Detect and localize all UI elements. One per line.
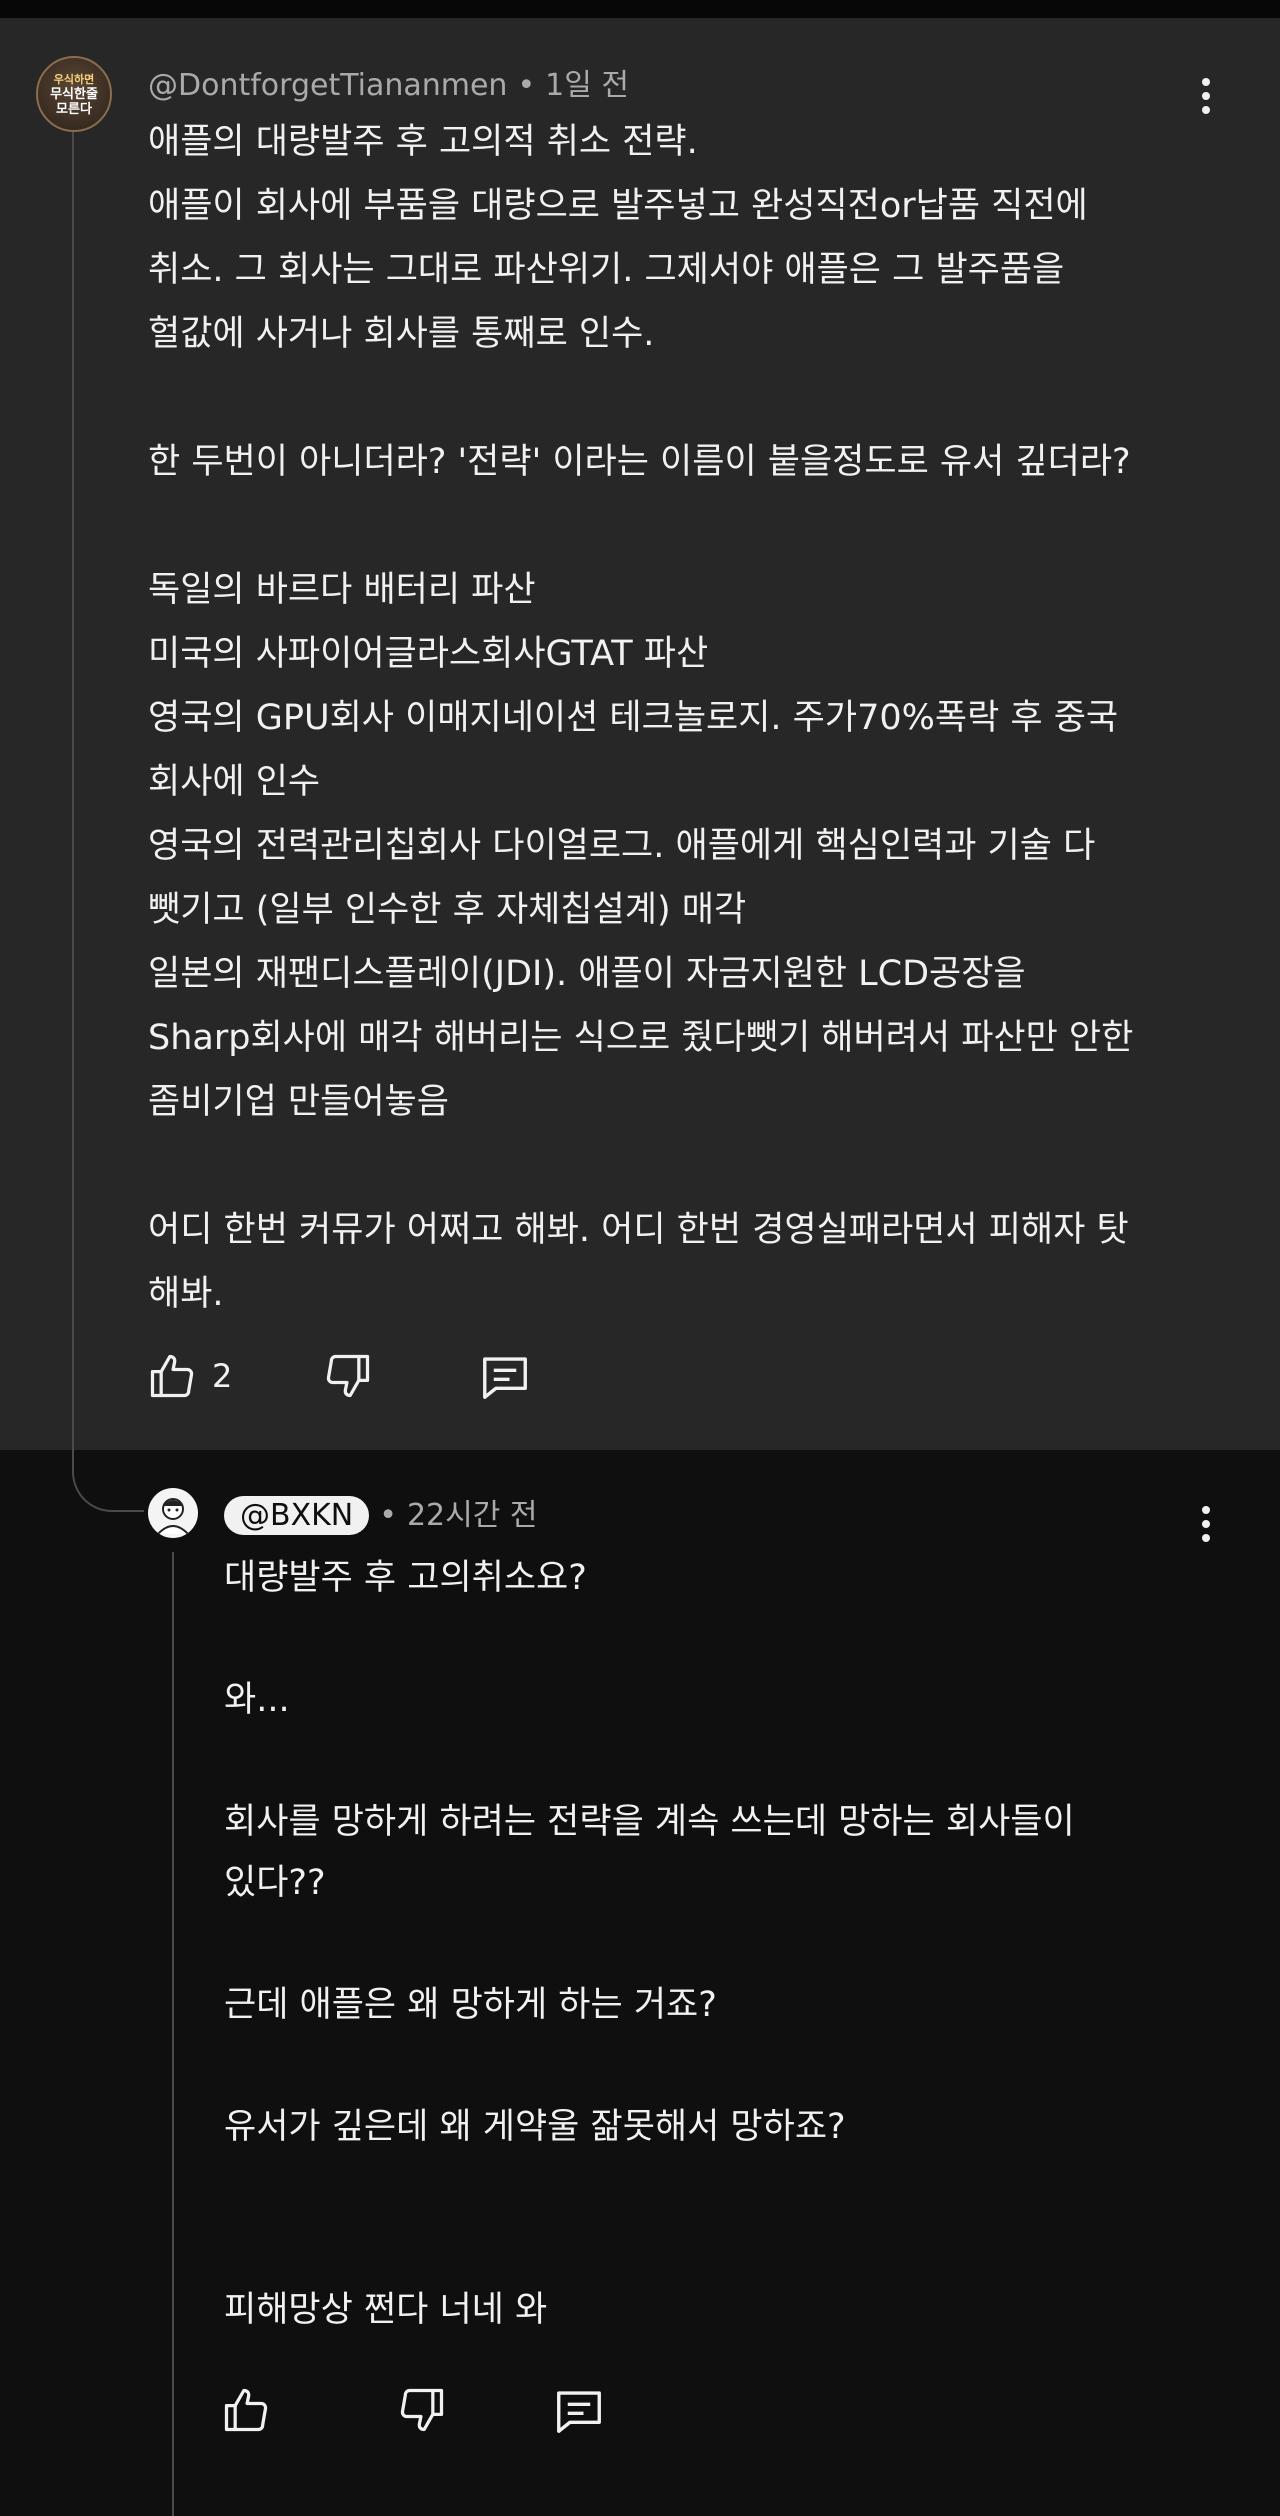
like-button[interactable]: [220, 2384, 272, 2436]
like-button[interactable]: 2: [146, 1350, 232, 1402]
thumbs-up-icon: [224, 2388, 268, 2432]
dot: [1202, 106, 1210, 114]
avatar[interactable]: [148, 1488, 198, 1538]
reply-button[interactable]: [552, 2384, 606, 2438]
timestamp[interactable]: 22시간 전: [407, 1498, 538, 1533]
dot: [1202, 92, 1210, 100]
dislike-button[interactable]: [396, 2384, 448, 2436]
parent-comment-meta: @DontforgetTiananmen • 1일 전: [148, 60, 629, 104]
author-handle[interactable]: @DontforgetTiananmen: [148, 68, 507, 103]
timestamp[interactable]: 1일 전: [545, 68, 629, 103]
comment-body: 대량발주 후 고의취소요? 와... 회사를 망하게 하려는 전략을 계속 쓰는…: [224, 1558, 1075, 2330]
status-bar: [0, 0, 1280, 18]
avatar[interactable]: 우식하면 무식한줄 모른다: [36, 56, 112, 132]
reply-icon: [557, 2391, 601, 2433]
avatar-text-line: 우식하면: [53, 72, 95, 86]
dot: [1202, 1506, 1210, 1514]
thread-connector: [72, 1450, 144, 1512]
more-options-button[interactable]: [1186, 1496, 1226, 1552]
avatar-illustration: [157, 1498, 189, 1535]
dislike-button[interactable]: [322, 1350, 374, 1402]
thumbs-up-icon: [150, 1354, 194, 1398]
separator-dot: •: [517, 68, 536, 103]
dot: [1202, 1534, 1210, 1542]
reply-button[interactable]: [478, 1350, 532, 1404]
separator-dot: •: [379, 1498, 397, 1533]
thumbs-down-icon: [326, 1354, 370, 1398]
reply-comment-meta: @BXKN • 22시간 전: [224, 1490, 537, 1535]
thread-line: [72, 132, 74, 1462]
more-options-button[interactable]: [1186, 68, 1226, 124]
avatar-text-line: 무식한줄: [50, 86, 98, 102]
dot: [1202, 78, 1210, 86]
thumbs-down-icon: [400, 2388, 444, 2432]
avatar-text-line: 모른다: [56, 101, 92, 117]
like-count: 2: [212, 1357, 233, 1395]
comment-body: 애플의 대량발주 후 고의적 취소 전략. 애플이 회사에 부품을 대량으로 발…: [148, 122, 1134, 1314]
dot: [1202, 1520, 1210, 1528]
reply-thread-line: [172, 1552, 174, 2516]
author-handle[interactable]: @BXKN: [224, 1496, 370, 1535]
reply-icon: [483, 1357, 527, 1399]
